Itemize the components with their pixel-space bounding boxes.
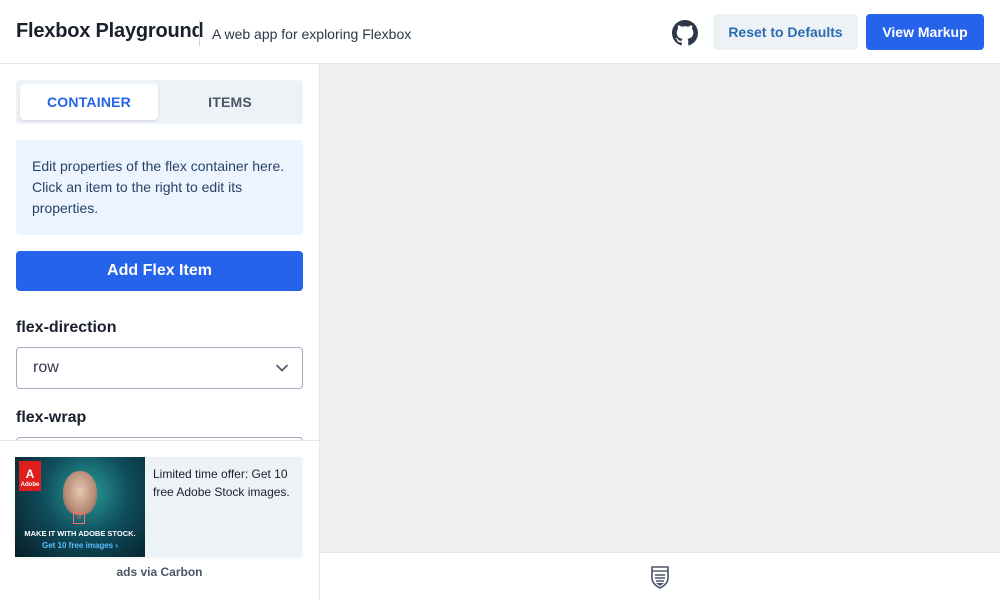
ad-card[interactable]: A Adobe St MAKE IT WITH ADOBE STOCK. Get… (15, 457, 302, 557)
ad-text[interactable]: Limited time offer: Get 10 free Adobe St… (153, 465, 293, 501)
view-markup-button[interactable]: View Markup (866, 14, 984, 50)
app-header: Flexbox Playground A web app for explori… (0, 0, 1000, 64)
ads-via-carbon-link[interactable]: ads via Carbon (0, 565, 319, 579)
tab-container[interactable]: CONTAINER (20, 84, 158, 120)
adobe-logo-icon: A Adobe (19, 461, 41, 491)
flex-direction-select[interactable]: row (16, 347, 303, 389)
github-link[interactable] (671, 19, 699, 47)
sidebar: CONTAINER ITEMS Edit properties of the f… (0, 64, 320, 600)
tab-items[interactable]: ITEMS (161, 84, 299, 120)
reset-defaults-button[interactable]: Reset to Defaults (713, 14, 858, 50)
sidebar-controls[interactable]: CONTAINER ITEMS Edit properties of the f… (0, 64, 319, 440)
title-divider (199, 20, 200, 46)
footer (320, 552, 1000, 600)
ad-portrait (63, 471, 97, 515)
ad-image-cta: Get 10 free images › (41, 541, 119, 550)
stock-badge-icon: St (73, 512, 85, 524)
github-icon (672, 20, 698, 46)
flex-container-canvas[interactable] (320, 64, 1000, 552)
flex-wrap-label: flex-wrap (16, 409, 87, 426)
add-flex-item-button[interactable]: Add Flex Item (16, 251, 303, 291)
flex-direction-label: flex-direction (16, 319, 117, 336)
info-callout: Edit properties of the flex container he… (16, 140, 303, 235)
carbon-ad-area: A Adobe St MAKE IT WITH ADOBE STOCK. Get… (0, 440, 319, 600)
ad-image[interactable]: A Adobe St MAKE IT WITH ADOBE STOCK. Get… (15, 457, 145, 557)
tab-bar: CONTAINER ITEMS (16, 80, 303, 124)
flex-direction-value: row (33, 359, 59, 376)
shield-crest-icon[interactable] (650, 565, 670, 589)
app-tagline: A web app for exploring Flexbox (212, 26, 412, 42)
ad-image-caption: MAKE IT WITH ADOBE STOCK. (24, 529, 136, 538)
chevron-down-icon (276, 364, 288, 372)
app-title: Flexbox Playground (16, 20, 204, 42)
